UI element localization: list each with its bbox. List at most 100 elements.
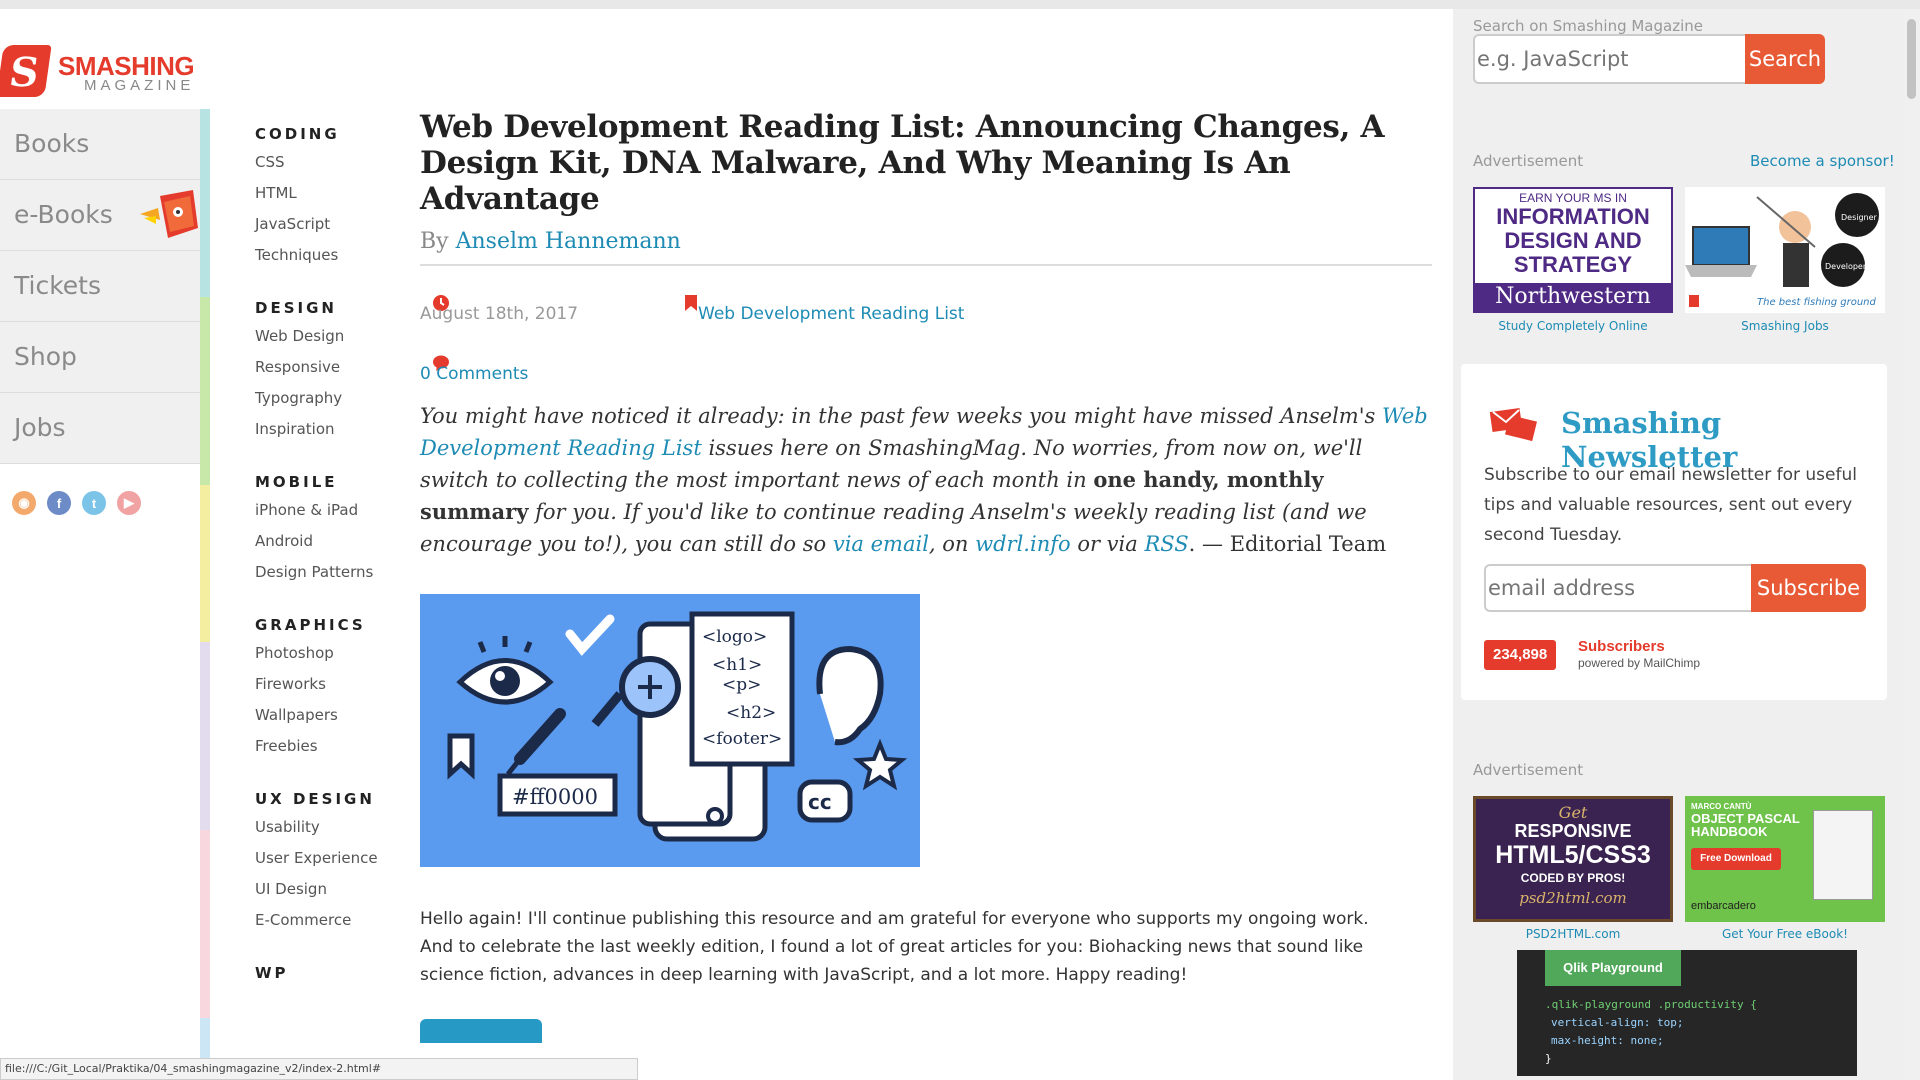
category-link[interactable]: Typography [255, 389, 415, 420]
category-title[interactable]: GRAPHICS [255, 616, 415, 634]
nav-label: Tickets [14, 271, 101, 300]
search-input[interactable] [1475, 36, 1785, 82]
by-label: By [420, 229, 449, 254]
site-logo[interactable]: S SMASHING MAGAZINE [0, 39, 205, 99]
category-link[interactable]: User Experience [255, 849, 415, 880]
email-field[interactable] [1484, 564, 1754, 612]
social-links: ◉ f t ▶ [12, 491, 141, 515]
youtube-icon[interactable]: ▶ [117, 491, 141, 515]
category-title[interactable]: DESIGN [255, 299, 415, 317]
category-link[interactable]: E-Commerce [255, 911, 415, 942]
category-coding: CODING CSS HTML JavaScript Techniques [255, 125, 415, 277]
ad-text: Developer [1825, 262, 1867, 271]
nav-item-tickets[interactable]: Tickets [0, 251, 200, 322]
ad-smashing-jobs[interactable]: Designer Developer The best fishing grou… [1685, 187, 1885, 313]
browser-status-bar: file:///C:/Git_Local/Praktika/04_smashin… [0, 1058, 638, 1080]
author-link[interactable]: Anselm Hannemann [456, 229, 681, 254]
category-link[interactable]: CSS [255, 153, 415, 184]
category-link[interactable]: Fireworks [255, 675, 415, 706]
category-title[interactable]: CODING [255, 125, 415, 143]
ad-caption[interactable]: Study Completely Online [1473, 319, 1673, 333]
ad-text: The best fishing ground [1757, 297, 1876, 308]
category-link[interactable]: Inspiration [255, 420, 415, 451]
ad-embarcadero[interactable]: MARCO CANTÙ OBJECT PASCAL HANDBOOK Free … [1685, 796, 1885, 922]
logo-sub: MAGAZINE [84, 77, 195, 94]
article-intro: You might have noticed it already: in th… [420, 400, 1432, 560]
nav-item-shop[interactable]: Shop [0, 322, 200, 393]
ad-text: max-height: none; [1551, 1034, 1664, 1047]
ad-text: Qlik Playground [1545, 950, 1681, 986]
category-link[interactable]: Wallpapers [255, 706, 415, 737]
ad-label: Advertisement [1473, 761, 1584, 779]
category-title[interactable]: MOBILE [255, 473, 415, 491]
category-title[interactable]: UX DESIGN [255, 790, 415, 808]
ad-psd2html[interactable]: Get RESPONSIVE HTML5/CSS3 CODED BY PROS!… [1473, 796, 1673, 922]
category-link[interactable]: Responsive [255, 358, 415, 389]
ad-text: OBJECT PASCAL HANDBOOK [1691, 811, 1800, 839]
nav-label: e-Books [14, 200, 113, 229]
email-link[interactable]: via email [833, 532, 929, 556]
subscribers-label: Subscribers [1578, 638, 1665, 655]
ad-caption[interactable]: PSD2HTML.com [1473, 927, 1673, 941]
category-link[interactable]: Android [255, 532, 415, 563]
comments-link[interactable]: 0 Comments [420, 364, 528, 384]
category-title[interactable]: WP [255, 964, 415, 982]
rss-icon[interactable]: ◉ [12, 491, 36, 515]
search-label: Search on Smashing Magazine [1473, 17, 1703, 35]
category-link[interactable]: Photoshop [255, 644, 415, 675]
article-body: Hello again! I'll continue publishing th… [420, 909, 1369, 985]
category-nav: CODING CSS HTML JavaScript Techniques DE… [255, 125, 415, 1004]
read-more-button[interactable] [420, 1019, 542, 1043]
ad-caption[interactable]: Smashing Jobs [1685, 319, 1885, 333]
article-category-link[interactable]: Web Development Reading List [698, 304, 964, 324]
facebook-icon[interactable]: f [47, 491, 71, 515]
search-button[interactable]: Search [1745, 34, 1825, 84]
nav-item-books[interactable]: Books [0, 109, 200, 180]
code-line: <h2> [726, 703, 776, 723]
subscribe-button[interactable]: Subscribe [1751, 564, 1866, 612]
browser-top-strip [0, 0, 1920, 9]
newsletter-text: Subscribe to our email newsletter for us… [1484, 465, 1857, 545]
nav-label: Shop [14, 342, 77, 371]
pipette-icon [514, 708, 566, 765]
check-icon [565, 614, 615, 656]
ad-text: HTML5/CSS3 [1495, 841, 1651, 869]
ad-text: MARCO CANTÙ [1691, 802, 1752, 811]
scrollbar-thumb[interactable] [1907, 19, 1916, 99]
category-link[interactable]: HTML [255, 184, 415, 215]
rss-link[interactable]: RSS [1144, 532, 1188, 556]
intro-text: , on [928, 532, 976, 556]
article-date: August 18th, 2017 [420, 304, 579, 324]
category-link[interactable]: iPhone & iPad [255, 501, 415, 532]
category-link[interactable]: Web Design [255, 327, 415, 358]
category-link[interactable]: Usability [255, 818, 415, 849]
intro-text: or via [1070, 532, 1145, 556]
ad-text: INFORMATION [1496, 204, 1650, 229]
ad-caption[interactable]: Get Your Free eBook! [1685, 927, 1885, 941]
twitter-icon[interactable]: t [82, 491, 106, 515]
ear-icon [816, 645, 884, 746]
ad-northwestern[interactable]: EARN YOUR MS IN INFORMATION DESIGN AND S… [1473, 187, 1673, 313]
page-scrollbar[interactable] [1903, 9, 1920, 1080]
wdrl-link[interactable]: wdrl.info [975, 532, 1071, 556]
nav-item-ebooks[interactable]: e-Books [0, 180, 200, 251]
star-icon [852, 738, 908, 791]
ad-text: STRATEGY [1513, 252, 1633, 277]
become-sponsor-link[interactable]: Become a sponsor! [1750, 152, 1895, 170]
category-link[interactable]: Design Patterns [255, 563, 415, 594]
code-line: <p> [722, 675, 761, 695]
category-link[interactable]: Techniques [255, 246, 415, 277]
ad-text: Designer [1841, 213, 1878, 222]
category-link[interactable]: Freebies [255, 737, 415, 768]
category-mobile: MOBILE iPhone & iPad Android Design Patt… [255, 473, 415, 594]
category-link[interactable]: JavaScript [255, 215, 415, 246]
ebook-rocket-icon [140, 190, 198, 238]
ad-qlik[interactable]: Qlik Playground .qlik-playground .produc… [1517, 950, 1857, 1076]
ad-text: Northwestern [1475, 283, 1671, 311]
category-link[interactable]: UI Design [255, 880, 415, 911]
cc-text: cc [808, 790, 832, 814]
nav-item-jobs[interactable]: Jobs [0, 393, 200, 464]
category-design: DESIGN Web Design Responsive Typography … [255, 299, 415, 451]
ad-text: embarcadero [1691, 900, 1756, 912]
ad-text: RESPONSIVE [1514, 821, 1632, 841]
